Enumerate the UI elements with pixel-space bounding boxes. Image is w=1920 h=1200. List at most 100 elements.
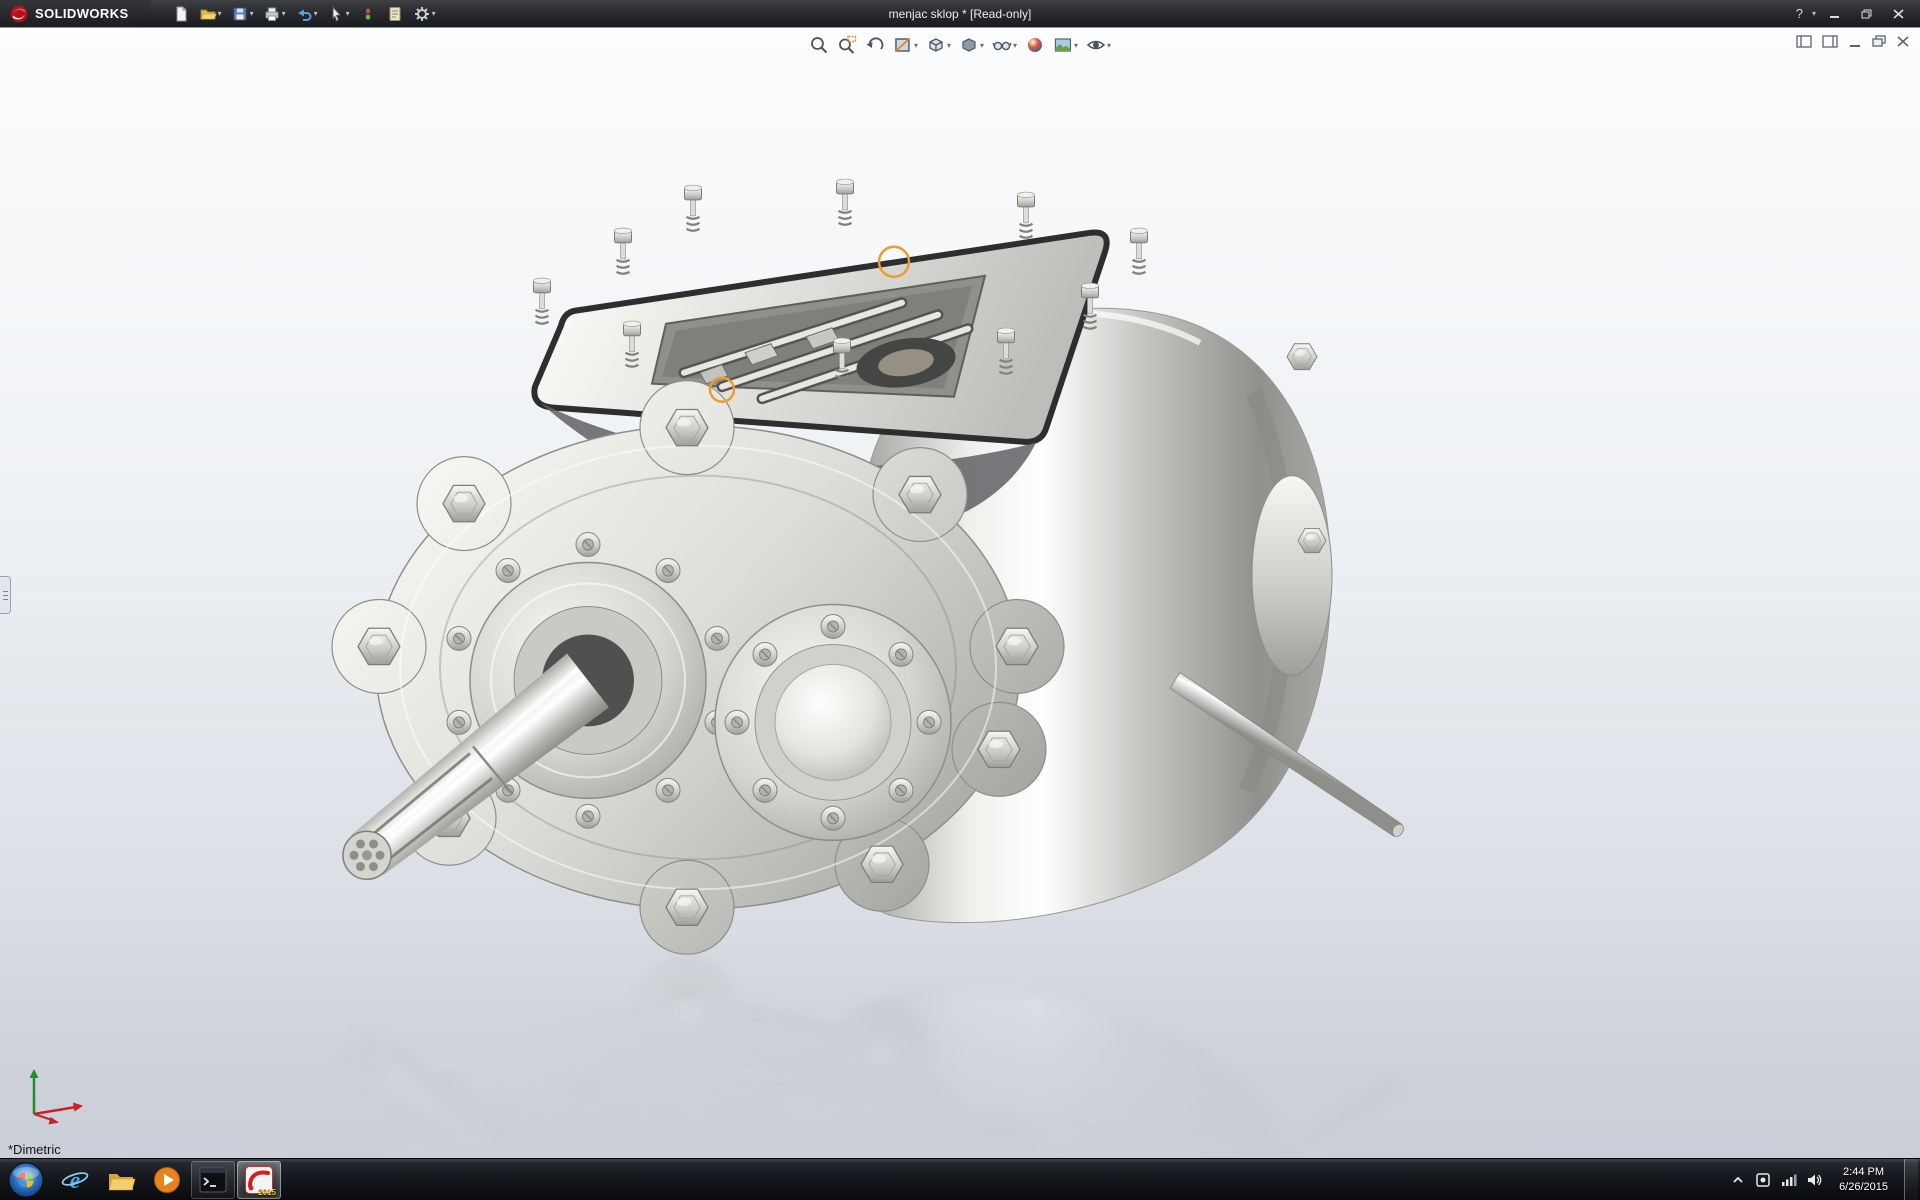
view-orientation-cube-icon (926, 35, 946, 55)
document-minimize-icon[interactable] (1848, 35, 1862, 48)
help-button[interactable]: ? (1792, 6, 1807, 21)
file-properties-button[interactable] (383, 3, 407, 25)
start-button[interactable] (0, 1159, 52, 1200)
taskbar-solidworks-2015[interactable]: 2015 (237, 1161, 281, 1199)
zoom-to-fit-icon (809, 35, 829, 55)
document-restore-icon[interactable] (1872, 35, 1886, 48)
restore-icon (1861, 9, 1872, 19)
expand-tray-icon[interactable] (1731, 1174, 1745, 1186)
view-settings-button[interactable]: ▾ (1084, 33, 1113, 57)
titlebar-toolbar: ▾ ▾ ▾ ▾ ▾ (169, 3, 439, 25)
file-properties-icon (386, 5, 404, 23)
new-file-icon (172, 5, 190, 23)
edit-appearance-button[interactable] (1023, 33, 1047, 57)
dropdown-caret-icon: ▾ (282, 9, 286, 18)
select-button[interactable]: ▾ (324, 3, 353, 25)
internet-explorer-icon: e (60, 1165, 90, 1195)
zoom-to-fit-button[interactable] (807, 33, 831, 57)
taskbar-windows-explorer[interactable] (99, 1161, 143, 1199)
heads-up-view-toolbar: ▾ ▾ ▾ ▾ (807, 33, 1113, 57)
view-settings-eye-icon (1086, 35, 1106, 55)
taskbar-media-player[interactable] (145, 1161, 189, 1199)
clock-time: 2:44 PM (1839, 1165, 1888, 1179)
orientation-triad (18, 1060, 98, 1130)
previous-view-icon (865, 35, 885, 55)
media-player-icon (153, 1166, 181, 1194)
document-close-icon[interactable] (1896, 35, 1910, 48)
maximize-button[interactable] (1852, 4, 1880, 24)
system-tray: 2:44 PM 6/26/2015 (1731, 1159, 1920, 1200)
dropdown-caret-icon: ▾ (980, 41, 984, 50)
save-button[interactable]: ▾ (228, 3, 257, 25)
close-button[interactable] (1884, 4, 1912, 24)
pane-toggle-right-icon[interactable] (1822, 35, 1838, 48)
collapsed-panel-tab[interactable] (0, 576, 11, 614)
options-button[interactable]: ▾ (410, 3, 439, 25)
open-button[interactable]: ▾ (196, 3, 225, 25)
previous-view-button[interactable] (863, 33, 887, 57)
open-folder-icon (199, 5, 217, 23)
zoom-to-area-button[interactable] (835, 33, 859, 57)
solidworks-logo: SOLIDWORKS (0, 0, 153, 27)
rebuild-button[interactable] (356, 3, 380, 25)
display-style-icon (959, 35, 979, 55)
taskbar-internet-explorer[interactable]: e (53, 1161, 97, 1199)
command-prompt-icon (199, 1167, 227, 1193)
print-button[interactable]: ▾ (260, 3, 289, 25)
view-orientation-label: *Dimetric (8, 1142, 61, 1157)
hide-show-items-button[interactable]: ▾ (990, 33, 1019, 57)
zoom-to-area-icon (837, 35, 857, 55)
save-icon (231, 5, 249, 23)
reflection-fade (0, 945, 1920, 1158)
network-icon[interactable] (1781, 1173, 1797, 1187)
document-title: menjac sklop * [Read-only] (889, 7, 1032, 21)
dropdown-caret-icon: ▾ (250, 9, 254, 18)
show-desktop-button[interactable] (1904, 1159, 1918, 1200)
taskbar: e 2015 (0, 1158, 1920, 1200)
section-view-icon (893, 35, 913, 55)
tray-app-icon[interactable] (1755, 1172, 1771, 1188)
dropdown-caret-icon: ▾ (314, 9, 318, 18)
new-file-button[interactable] (169, 3, 193, 25)
taskbar-command-prompt[interactable] (191, 1161, 235, 1199)
windows-start-orb-icon (8, 1162, 44, 1198)
window-controls: ? ▾ (1792, 4, 1920, 24)
print-icon (263, 5, 281, 23)
select-cursor-icon (327, 5, 345, 23)
hide-show-glasses-icon (992, 35, 1012, 55)
graphics-viewport[interactable]: ▾ ▾ ▾ ▾ (0, 27, 1920, 1158)
3d-scene[interactable] (0, 28, 1920, 1158)
apply-scene-button[interactable]: ▾ (1051, 33, 1080, 57)
title-bar: SOLIDWORKS ▾ ▾ (0, 0, 1920, 27)
dropdown-caret-icon: ▾ (1013, 41, 1017, 50)
dropdown-caret-icon: ▾ (218, 9, 222, 18)
dropdown-caret-icon: ▾ (914, 41, 918, 50)
pane-toggle-left-icon[interactable] (1796, 35, 1812, 48)
dropdown-caret-icon: ▾ (947, 41, 951, 50)
dropdown-caret-icon: ▾ (346, 9, 350, 18)
appearance-ball-icon (1025, 35, 1045, 55)
undo-icon (295, 5, 313, 23)
view-orientation-button[interactable]: ▾ (924, 33, 953, 57)
clock-date: 6/26/2015 (1839, 1180, 1888, 1194)
rebuild-stoplight-icon (359, 5, 377, 23)
volume-icon[interactable] (1807, 1173, 1823, 1187)
solidworks-swirl-icon (10, 5, 28, 23)
folder-icon (106, 1166, 136, 1194)
apply-scene-icon (1053, 35, 1073, 55)
close-icon (1893, 9, 1904, 19)
app-name: SOLIDWORKS (35, 6, 129, 21)
dropdown-caret-icon: ▾ (1074, 41, 1078, 50)
help-dropdown-caret-icon[interactable]: ▾ (1812, 9, 1816, 18)
svg-text:e: e (70, 1168, 81, 1194)
solidworks-version-badge: 2015 (258, 1188, 276, 1197)
section-view-button[interactable]: ▾ (891, 33, 920, 57)
undo-button[interactable]: ▾ (292, 3, 321, 25)
dropdown-caret-icon: ▾ (1107, 41, 1111, 50)
display-style-button[interactable]: ▾ (957, 33, 986, 57)
minimize-button[interactable] (1820, 4, 1848, 24)
taskbar-clock[interactable]: 2:44 PM 6/26/2015 (1833, 1165, 1894, 1194)
document-window-controls (1796, 35, 1910, 48)
minimize-icon (1829, 9, 1840, 19)
options-gear-icon (413, 5, 431, 23)
